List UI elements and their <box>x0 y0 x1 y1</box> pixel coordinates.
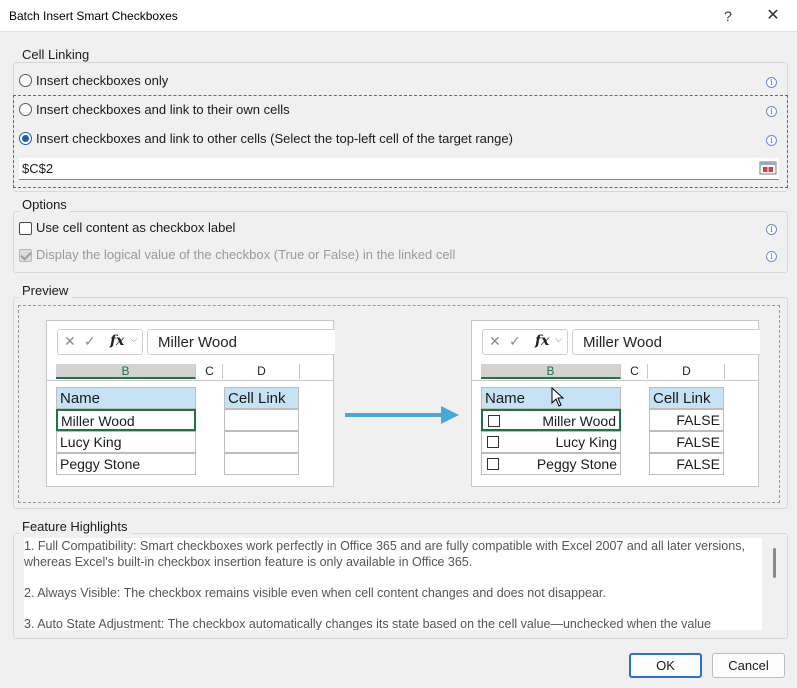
info-icon[interactable]: i <box>766 77 777 88</box>
formula-bar-controls: ✕ ✓ fx ⌵ <box>482 329 568 355</box>
column-header-c: C <box>197 364 223 379</box>
mini-checkbox <box>488 415 500 427</box>
confirm-check-icon: ✓ <box>509 333 521 349</box>
radio-link-other-cells[interactable] <box>19 132 32 145</box>
target-range-input[interactable]: $C$2 <box>19 158 779 180</box>
formula-bar-value: Miller Wood <box>572 329 760 355</box>
checkbox-name-label: Lucy King <box>555 434 617 450</box>
options-legend: Options <box>19 197 70 212</box>
close-button[interactable]: ✕ <box>758 4 788 28</box>
radio-link-other-cells-label: Insert checkboxes and link to other cell… <box>36 131 513 146</box>
formula-bar-controls: ✕ ✓ fx ⌵ <box>57 329 143 355</box>
chevron-down-icon: ⌵ <box>555 334 563 345</box>
use-cell-content-checkbox[interactable] <box>19 222 32 235</box>
radio-checkboxes-only-label: Insert checkboxes only <box>36 73 169 88</box>
link-value-cell: FALSE <box>649 431 724 453</box>
radio-link-own-cells-label: Insert checkboxes and link to their own … <box>36 102 290 117</box>
excel-before: ✕ ✓ fx ⌵ Miller Wood B C D Name Miller W… <box>46 320 335 487</box>
cell-link-header-cell: Cell Link <box>224 387 299 409</box>
title-bar: Batch Insert Smart Checkboxes ? ✕ <box>0 0 797 32</box>
column-header-d: D <box>224 364 300 379</box>
cell-linking-legend: Cell Linking <box>19 47 93 62</box>
checkbox-name-cell: Miller Wood <box>481 409 621 431</box>
cancel-button[interactable]: Cancel <box>712 653 785 678</box>
name-cell: Peggy Stone <box>56 453 196 475</box>
confirm-check-icon: ✓ <box>84 333 96 349</box>
feature-item: 2. Always Visible: The checkbox remains … <box>24 586 606 600</box>
preview-legend: Preview <box>19 283 72 298</box>
excel-after: ✕ ✓ fx ⌵ Miller Wood B C D Name Miller W… <box>471 320 760 487</box>
column-header-row: B C D <box>472 364 759 381</box>
display-logical-value-label: Display the logical value of the checkbo… <box>36 247 456 262</box>
display-logical-value-checkbox[interactable] <box>19 249 32 262</box>
name-cell: Lucy King <box>56 431 196 453</box>
link-cell <box>224 453 299 475</box>
info-icon[interactable]: i <box>766 251 777 262</box>
transform-arrow-icon <box>345 406 459 424</box>
fx-icon: fx <box>535 333 550 349</box>
checkbox-name-label: Miller Wood <box>542 413 616 429</box>
feature-scrollbar[interactable] <box>773 548 776 578</box>
column-header-c: C <box>622 364 648 379</box>
range-select-icon[interactable] <box>759 160 777 176</box>
use-cell-content-label: Use cell content as checkbox label <box>36 220 236 235</box>
mouse-cursor-icon <box>551 387 565 407</box>
mini-checkbox <box>487 436 499 448</box>
link-cell <box>224 409 299 431</box>
cancel-x-icon: ✕ <box>489 333 501 349</box>
fx-icon: fx <box>110 333 125 349</box>
window-title: Batch Insert Smart Checkboxes <box>9 9 178 23</box>
link-cell <box>224 431 299 453</box>
info-icon[interactable]: i <box>766 106 777 117</box>
info-icon[interactable]: i <box>766 224 777 235</box>
checkbox-name-label: Peggy Stone <box>536 456 617 472</box>
feature-highlights-legend: Feature Highlights <box>19 519 131 534</box>
cell-link-header-cell: Cell Link <box>649 387 724 409</box>
info-icon[interactable]: i <box>766 135 777 146</box>
ok-button[interactable]: OK <box>629 653 702 678</box>
radio-checkboxes-only[interactable] <box>19 74 32 87</box>
column-header-row: B C D <box>47 364 334 381</box>
name-cell: Miller Wood <box>56 409 196 431</box>
checkbox-name-cell: Peggy Stone <box>481 453 621 475</box>
name-header-cell: Name <box>56 387 196 409</box>
column-header-b: B <box>56 364 196 379</box>
mini-checkbox <box>487 458 499 470</box>
radio-link-own-cells[interactable] <box>19 103 32 116</box>
link-value-cell: FALSE <box>649 453 724 475</box>
formula-bar-value: Miller Wood <box>147 329 335 355</box>
link-value-cell: FALSE <box>649 409 724 431</box>
checkbox-name-cell: Lucy King <box>481 431 621 453</box>
feature-item: 3. Auto State Adjustment: The checkbox a… <box>24 617 711 630</box>
help-button[interactable]: ? <box>713 4 743 28</box>
cancel-x-icon: ✕ <box>64 333 76 349</box>
feature-highlights-text[interactable]: 1. Full Compatibility: Smart checkboxes … <box>24 538 762 630</box>
feature-item: 1. Full Compatibility: Smart checkboxes … <box>24 539 745 569</box>
column-header-d: D <box>649 364 725 379</box>
column-header-b: B <box>481 364 621 379</box>
chevron-down-icon: ⌵ <box>130 334 138 345</box>
